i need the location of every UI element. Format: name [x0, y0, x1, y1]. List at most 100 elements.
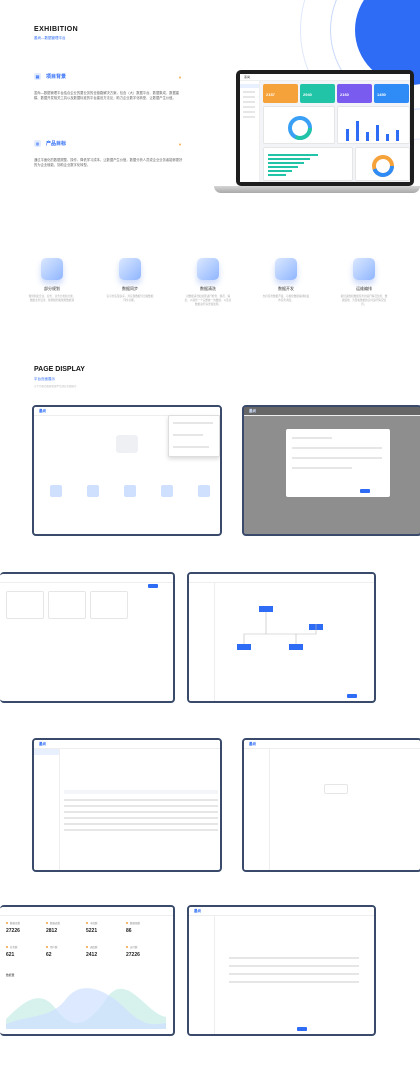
screenshot-modal: 墨尚	[242, 405, 420, 536]
feature-desc: 对数据清洗和处理进行检查、规范、输出，以提供一个完整统一的数据，以及对数据进行清…	[184, 295, 232, 306]
laptop-stat-tile: 2940	[300, 84, 335, 103]
feature-mini-icon	[161, 485, 173, 497]
notification-popover	[168, 415, 220, 457]
screenshot-overview: 墨尚	[32, 405, 222, 536]
screenshot-detail: 墨尚	[242, 738, 420, 872]
dashboard-stat: 运行数 27226	[126, 945, 160, 971]
sidebar-item[interactable]	[34, 749, 59, 755]
feature-mini-icon	[50, 485, 62, 497]
laptop-mockup: 墨尚 2157 2940 2160 1450	[236, 70, 414, 186]
screenshot-table: 墨尚	[32, 738, 222, 872]
exhibition-subtitle: 墨尚—数据管理平台	[34, 36, 66, 40]
screen-topbar	[0, 574, 173, 583]
dashboard-stat: 数据表数 2812	[46, 921, 80, 947]
stat-label: 数据源数	[130, 922, 141, 925]
stat-value: 2812	[46, 928, 58, 934]
feature-clean: 数据清洗 对数据清洗和处理进行检查、规范、输出，以提供一个完整统一的数据，以及对…	[184, 258, 232, 306]
stat-label: 数据表数	[50, 922, 61, 925]
save-button[interactable]	[347, 694, 357, 698]
dashboard-stat: 用户数 62	[46, 945, 80, 971]
form-table	[229, 957, 359, 997]
feature-develop: 数据开发 支持任务数据开发、可视化数据编排和发布任务调度。	[262, 258, 310, 303]
laptop-bar-card	[337, 106, 410, 144]
dashboard-stat: 数据源数 86	[126, 921, 160, 947]
feature-sync: 数据同步 实可化实现多库，并实现数据导出和数据同步功能。	[106, 258, 154, 303]
stat-value: 2412	[86, 952, 98, 958]
stat-label: 运行数	[130, 946, 138, 949]
page-display-caption: 以下为墨尚数据管理平台部分页面展示	[34, 385, 77, 388]
laptop-stat-tile: 2160	[337, 84, 372, 103]
laptop-pie-card	[355, 147, 410, 181]
feature-planning: 部分规划 规划制定企业、业务、业务分类和分类、数据业务层次、规则规划和规划数据调	[28, 258, 76, 303]
feature-name: 运维编排	[356, 286, 372, 291]
illustration-icon	[116, 435, 138, 453]
laptop-list-card	[263, 147, 353, 181]
feature-desc: 提供运维和数据任务的运行情况监控、数据运维、告警和数据的实时运行情况监控。	[340, 295, 388, 306]
feature-desc: 支持任务数据开发、可视化数据编排和发布任务调度。	[262, 295, 310, 302]
stat-value: 621	[6, 952, 15, 958]
screen-sidebar	[189, 916, 215, 1034]
screen-logo: 墨尚	[39, 741, 46, 746]
section-background-heading: ▤ 项目背景 ▼	[34, 73, 182, 80]
stat-label: 数据库数	[10, 922, 21, 925]
add-button[interactable]	[148, 584, 158, 588]
submit-button[interactable]	[297, 1027, 307, 1031]
develop-icon	[275, 258, 297, 280]
laptop-stat-tile: 1450	[374, 84, 409, 103]
laptop-dashboard-screen: 墨尚 2157 2940 2160 1450	[240, 74, 410, 182]
section-goal-title: 产品目标	[46, 141, 67, 147]
stat-label: 字段数	[90, 922, 98, 925]
screen-logo: 墨尚	[39, 408, 46, 413]
feature-name: 数据同步	[122, 286, 138, 291]
dashboard-stat: 字段数 5221	[86, 921, 120, 947]
feature-name: 数据清洗	[200, 286, 216, 291]
feature-name: 数据开发	[278, 286, 294, 291]
resource-card[interactable]	[90, 591, 128, 619]
screen-sidebar	[244, 749, 270, 870]
ops-icon	[353, 258, 375, 280]
chart-title: 数据量	[6, 973, 15, 977]
screen-feature-row	[50, 485, 210, 505]
screenshot-cards	[0, 572, 175, 703]
screen-sidebar	[34, 749, 60, 870]
dashboard-stat: 任务数 621	[6, 945, 40, 971]
screen-logo: 墨尚	[194, 908, 201, 913]
resource-card[interactable]	[6, 591, 44, 619]
stat-label: 用户数	[50, 946, 58, 949]
page-display-subtitle: 平台页面展示	[34, 377, 55, 381]
sync-icon	[119, 258, 141, 280]
laptop-donut-card	[263, 106, 335, 144]
target-icon: ◎	[34, 140, 41, 147]
screen-sidebar	[189, 583, 215, 701]
triangle-icon: ▼	[178, 74, 182, 80]
laptop-sidebar	[240, 81, 260, 182]
flow-diagram	[237, 606, 323, 650]
confirm-button[interactable]	[360, 489, 370, 493]
stat-value: 62	[46, 952, 52, 958]
dashboard-stat: 数据库数 27226	[6, 921, 40, 947]
laptop-stat-tile: 2157	[263, 84, 298, 103]
laptop-base	[214, 186, 420, 193]
resource-card[interactable]	[48, 591, 86, 619]
edit-dialog	[286, 429, 390, 497]
triangle-icon: ▼	[178, 141, 182, 147]
area-chart	[6, 988, 166, 1029]
planning-icon	[41, 258, 63, 280]
section-background-text: 墨尚—数据管理平台结合企业的要业务的全链路解决方案，包含（大）数据平台、数据集成…	[34, 91, 180, 101]
section-goal-heading: ◎ 产品目标 ▼	[34, 140, 182, 147]
feature-mini-icon	[87, 485, 99, 497]
feature-mini-icon	[198, 485, 210, 497]
stat-label: 调度数	[90, 946, 98, 949]
node-card[interactable]	[324, 784, 348, 794]
page-display-title: PAGE DISPLAY	[34, 366, 85, 373]
screenshot-dashboard: 数据量 数据库数 27226 数据表数 2812 字段数 5221 数据源数 86 任务…	[0, 905, 175, 1036]
data-table	[64, 790, 218, 850]
stat-value: 5221	[86, 928, 98, 934]
screenshot-form: 墨尚	[187, 905, 376, 1036]
stat-value: 27226	[6, 928, 20, 934]
screen-logo: 墨尚	[249, 741, 256, 746]
feature-desc: 规划制定企业、业务、业务分类和分类、数据业务层次、规则规划和规划数据调	[28, 295, 76, 302]
exhibition-title: EXHIBITION	[34, 26, 79, 33]
feature-desc: 实可化实现多库，并实现数据导出和数据同步功能。	[106, 295, 154, 302]
screen-topbar	[0, 907, 173, 916]
